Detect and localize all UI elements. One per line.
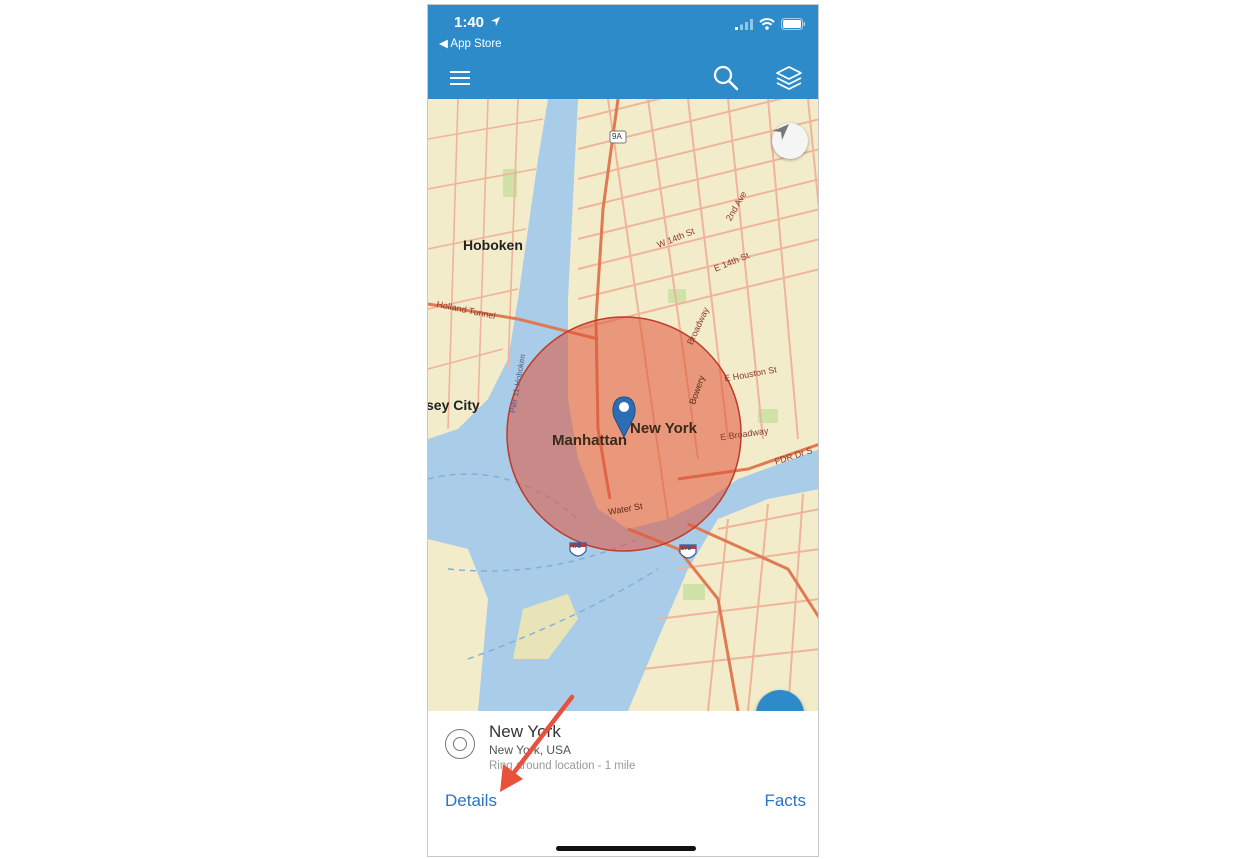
menu-button[interactable] [445,63,475,93]
ring-buffer-icon [445,729,475,759]
locate-me-button[interactable] [772,123,808,159]
layers-icon [776,66,802,90]
search-icon [713,65,739,91]
back-to-app-store[interactable]: ◀ App Store [439,36,502,50]
wifi-icon [759,18,775,30]
phone-frame: 1:40 ◀ App Store Hoboken sey City Manhat… [427,4,819,857]
top-bar: 1:40 ◀ App Store [428,5,818,99]
place-description: Ring around location - 1 mile [489,760,636,772]
map-view[interactable]: Hoboken sey City Manhattan New York Holl… [428,99,818,711]
place-subtitle: New York, USA [489,743,572,757]
location-panel: New York New York, USA Ring around locat… [428,711,818,856]
label-new-york: New York [630,420,697,437]
label-hoboken: Hoboken [463,237,523,253]
navigation-arrow-icon [773,124,789,140]
label-jersey-city: sey City [428,397,480,413]
signal-icon [735,18,753,30]
facts-link[interactable]: Facts [764,791,806,811]
label-manhattan: Manhattan [552,432,627,449]
details-link[interactable]: Details [445,791,497,811]
layers-button[interactable] [774,63,804,93]
status-icons [735,18,806,30]
home-indicator [556,846,696,851]
label-9a: 9A [612,132,622,141]
location-arrow-icon [491,16,501,27]
label-i278: 278 [681,546,692,552]
place-title: New York [489,722,561,741]
hamburger-icon [450,71,470,85]
label-i478: 478 [571,544,582,550]
status-time: 1:40 [454,14,501,31]
battery-icon [781,18,806,30]
search-button[interactable] [711,63,741,93]
map-canvas [428,99,818,711]
